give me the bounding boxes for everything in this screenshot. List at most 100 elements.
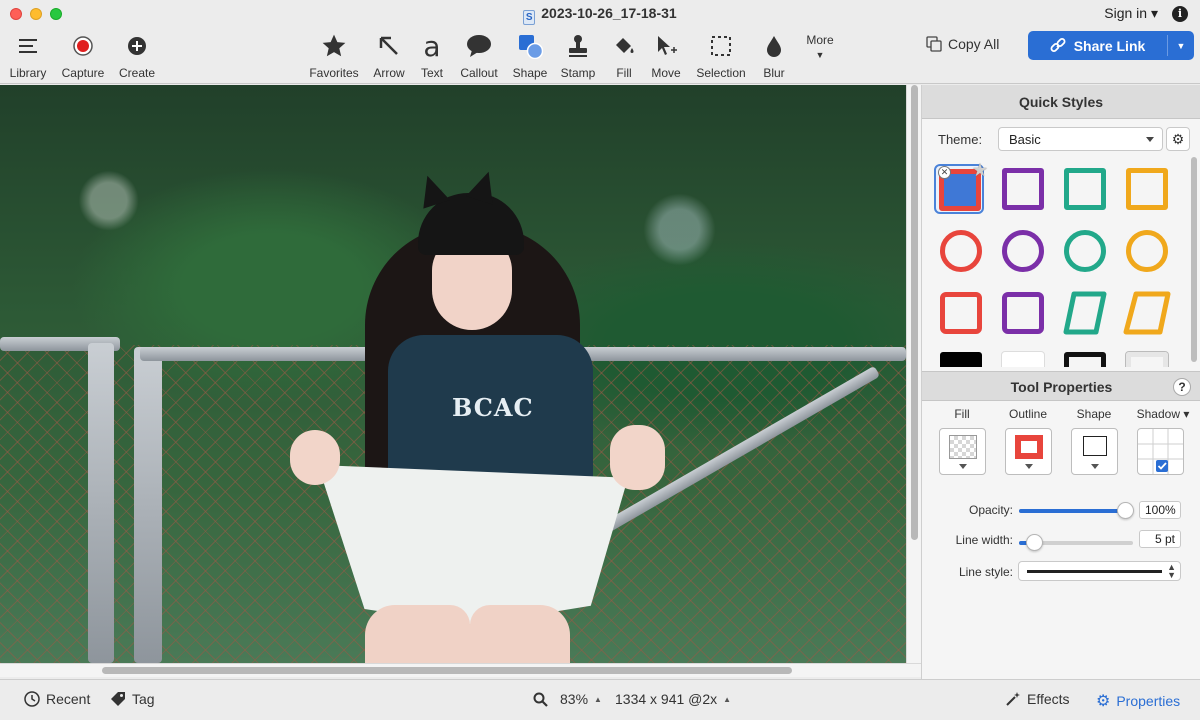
properties-button[interactable]: ⚙ Properties: [1096, 691, 1180, 711]
zoom-control[interactable]: 83% ▲: [533, 691, 602, 707]
scroll-thumb[interactable]: [911, 85, 918, 540]
copy-icon: [926, 36, 942, 52]
magic-wand-icon: [1006, 692, 1020, 706]
photo-subject-hand: [290, 430, 340, 485]
photo-subject-skirt: [318, 465, 628, 625]
shape-label: Shape: [512, 66, 548, 80]
style-swatch[interactable]: [1060, 164, 1110, 214]
style-swatch[interactable]: [1060, 226, 1110, 276]
style-swatch[interactable]: [936, 226, 986, 276]
shadow-picker[interactable]: [1137, 428, 1184, 475]
style-swatch[interactable]: [1122, 288, 1172, 338]
tag-button[interactable]: Tag: [110, 691, 155, 707]
document-icon: S: [523, 10, 536, 25]
create-button[interactable]: Create: [117, 32, 157, 80]
theme-label: Theme:: [938, 132, 983, 147]
stamp-tool[interactable]: Stamp: [557, 32, 599, 80]
arrow-tool[interactable]: Arrow: [368, 32, 410, 80]
favorites-tool[interactable]: Favorites: [307, 32, 361, 80]
style-swatch[interactable]: [936, 348, 986, 367]
style-swatch[interactable]: [998, 348, 1048, 367]
link-icon: [1050, 37, 1066, 52]
opacity-slider[interactable]: [1019, 509, 1125, 513]
style-swatch[interactable]: [1122, 348, 1172, 367]
fill-tool[interactable]: Fill: [606, 32, 642, 80]
outline-picker[interactable]: [1005, 428, 1052, 475]
sign-in-menu[interactable]: Sign in ▾: [1104, 5, 1158, 22]
copy-all-button[interactable]: Copy All: [926, 36, 999, 52]
opacity-slider-knob[interactable]: [1117, 502, 1134, 519]
selection-label: Selection: [696, 66, 746, 80]
opacity-label: Opacity:: [968, 503, 1013, 517]
outline-column-label: Outline: [1008, 407, 1048, 421]
help-icon[interactable]: ?: [1173, 378, 1191, 396]
shape-picker[interactable]: [1071, 428, 1118, 475]
recent-label: Recent: [46, 691, 91, 707]
chevron-down-icon: [1146, 137, 1154, 142]
opacity-field[interactable]: 100%: [1139, 501, 1181, 519]
line-width-slider-knob[interactable]: [1025, 534, 1043, 551]
magnifier-icon: [533, 692, 548, 707]
capture-button[interactable]: Capture: [60, 32, 106, 80]
dimensions-value: 1334 x 941 @2x: [615, 691, 718, 707]
quick-styles-scrollbar[interactable]: [1190, 155, 1198, 365]
shirt-print-text: BCAC: [452, 393, 534, 422]
selection-icon: [711, 36, 731, 56]
quick-styles-grid: ✕ ★: [922, 160, 1189, 367]
line-width-field[interactable]: 5 pt: [1139, 530, 1181, 548]
move-tool[interactable]: Move: [648, 32, 684, 80]
fill-label: Fill: [616, 66, 632, 80]
recent-button[interactable]: Recent: [24, 691, 90, 707]
style-swatch[interactable]: [1060, 348, 1110, 367]
style-swatch[interactable]: [998, 226, 1048, 276]
more-label: More: [806, 33, 834, 47]
shadow-column-label[interactable]: Shadow ▾: [1130, 407, 1196, 421]
style-swatch[interactable]: [998, 164, 1048, 214]
scroll-thumb[interactable]: [1191, 157, 1197, 362]
callout-icon: [467, 35, 491, 57]
fill-picker[interactable]: [939, 428, 986, 475]
properties-panel: Quick Styles Theme: Basic ⚙ ✕ ★ Tool Pro: [921, 85, 1200, 679]
image-canvas[interactable]: BCAC: [0, 85, 906, 663]
text-tool[interactable]: a Text: [415, 30, 449, 81]
style-swatch[interactable]: [998, 288, 1048, 338]
tool-properties-title: Tool Properties: [1010, 379, 1113, 395]
share-link-button-group: Share Link ▼: [1028, 31, 1194, 60]
record-icon: [73, 36, 93, 56]
callout-tool[interactable]: Callout: [456, 32, 502, 80]
star-icon: [322, 34, 346, 57]
theme-row: Theme: Basic ⚙: [922, 127, 1200, 151]
style-swatch-selected[interactable]: ✕ ★: [934, 160, 988, 214]
selection-tool[interactable]: Selection: [692, 32, 750, 80]
fill-icon: [616, 38, 634, 53]
canvas-vertical-scrollbar[interactable]: [906, 85, 921, 663]
style-swatch[interactable]: [1122, 226, 1172, 276]
share-link-button[interactable]: Share Link: [1028, 31, 1167, 60]
info-icon[interactable]: i: [1172, 6, 1188, 22]
plus-circle-icon: [128, 37, 146, 55]
share-options-dropdown[interactable]: ▼: [1168, 31, 1194, 60]
line-width-label: Line width:: [955, 533, 1013, 547]
canvas-horizontal-scrollbar[interactable]: [0, 663, 921, 677]
create-label: Create: [118, 66, 156, 80]
remove-style-icon[interactable]: ✕: [938, 166, 951, 179]
theme-select[interactable]: Basic: [998, 127, 1163, 151]
style-swatch[interactable]: [936, 288, 986, 338]
shape-tool[interactable]: Shape: [510, 32, 550, 80]
share-link-label: Share Link: [1073, 37, 1146, 54]
more-menu[interactable]: More ▼: [800, 33, 840, 60]
style-swatch[interactable]: [1060, 288, 1110, 338]
gear-icon[interactable]: ⚙: [1166, 127, 1190, 151]
line-style-select[interactable]: ▲ ▼: [1018, 561, 1181, 581]
scroll-thumb[interactable]: [102, 667, 792, 674]
style-swatch[interactable]: [1122, 164, 1172, 214]
dimensions-control[interactable]: 1334 x 941 @2x ▲: [615, 691, 731, 707]
effects-button[interactable]: Effects: [1005, 691, 1070, 707]
blur-tool[interactable]: Blur: [756, 32, 792, 80]
favorite-star-icon[interactable]: ★: [972, 160, 988, 181]
capture-label: Capture: [61, 66, 105, 80]
fill-column-label: Fill: [954, 407, 970, 421]
library-button[interactable]: Library: [8, 32, 48, 80]
text-label: Text: [420, 66, 443, 80]
library-label: Library: [9, 66, 47, 80]
